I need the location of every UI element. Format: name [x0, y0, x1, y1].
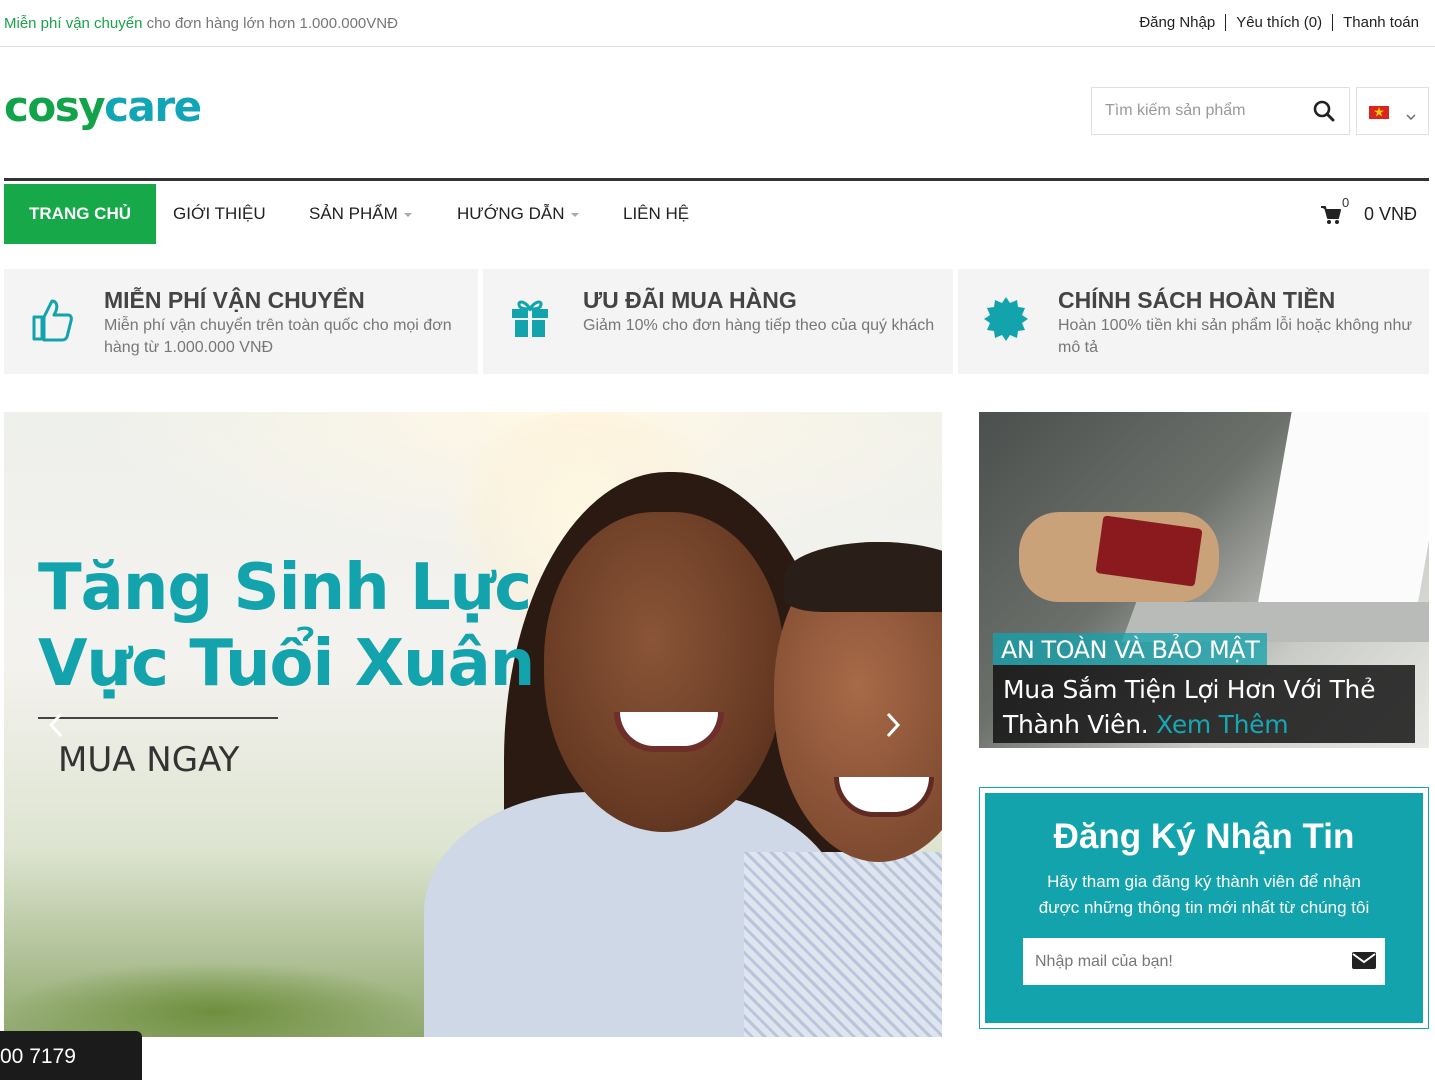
nav-contact-label: LIÊN HỆ — [623, 204, 690, 223]
nav-products[interactable]: SẢN PHẨM — [309, 184, 412, 244]
banner-laptop-screen — [1256, 412, 1429, 612]
search-icon[interactable] — [1313, 100, 1335, 122]
hero-man-shirt — [744, 852, 942, 1037]
banner-text: Mua Sắm Tiện Lợi Hơn Với Thẻ Thành Viên.… — [993, 665, 1415, 743]
feature-title: ƯU ĐÃI MUA HÀNG — [583, 287, 797, 313]
newsletter-field — [1023, 938, 1385, 985]
nav-about[interactable]: GIỚI THIỆU — [173, 184, 266, 244]
feature-discount: ƯU ĐÃI MUA HÀNG Giảm 10% cho đơn hàng ti… — [483, 269, 953, 374]
feature-desc: Hoàn 100% tiền khi sản phẩm lỗi hoặc khô… — [1058, 317, 1413, 356]
logo[interactable]: cosycare — [4, 82, 202, 132]
cart-total: 0 VNĐ — [1364, 204, 1418, 224]
top-links: Đăng Nhập Yêu thích (0) Thanh toán — [1129, 14, 1429, 31]
search-input[interactable] — [1092, 88, 1302, 134]
newsletter-inner: Đăng Ký Nhận Tin Hãy tham gia đăng ký th… — [985, 793, 1423, 1023]
feature-desc: Giảm 10% cho đơn hàng tiếp theo của quý … — [583, 317, 935, 334]
newsletter-title: Đăng Ký Nhận Tin — [1053, 817, 1355, 856]
wishlist-link[interactable]: Yêu thích (0) — [1225, 14, 1332, 31]
nav-home[interactable]: TRANG CHỦ — [4, 184, 156, 244]
promo-rest: cho đơn hàng lớn hơn 1.000.000VNĐ — [146, 15, 398, 32]
hero-slider[interactable]: Tăng Sinh Lực Vực Tuổi Xuân MUA NGAY — [4, 412, 942, 1037]
nav-guide-label: HƯỚNG DẪN — [457, 204, 565, 223]
email-input[interactable] — [1023, 938, 1343, 985]
cart-icon — [1321, 206, 1341, 224]
newsletter-box: Đăng Ký Nhận Tin Hãy tham gia đăng ký th… — [979, 787, 1429, 1029]
gift-icon — [509, 297, 551, 344]
caret-down-icon — [403, 212, 412, 217]
hero-divider — [38, 717, 278, 719]
hero-man-hair — [784, 542, 942, 612]
next-arrow-icon[interactable] — [885, 712, 901, 743]
nav-contact[interactable]: LIÊN HỆ — [623, 184, 689, 244]
top-bar: Miễn phí vận chuyển cho đơn hàng lớn hơn… — [0, 0, 1435, 47]
prev-arrow-icon[interactable] — [48, 712, 64, 743]
see-more-link[interactable]: Xem Thêm — [1156, 710, 1288, 739]
main-nav: TRANG CHỦ GIỚI THIỆU SẢN PHẨM HƯỚNG DẪN … — [4, 178, 1429, 244]
feature-title: CHÍNH SÁCH HOÀN TIỀN — [1058, 287, 1336, 313]
search-box — [1091, 87, 1350, 135]
hero-woman-face — [544, 512, 784, 832]
nav-products-label: SẢN PHẨM — [309, 204, 398, 223]
badge-icon — [984, 297, 1028, 346]
feature-desc: Miễn phí vận chuyển trên toàn quốc cho m… — [104, 317, 452, 356]
feature-refund: CHÍNH SÁCH HOÀN TIỀN Hoàn 100% tiền khi … — [958, 269, 1429, 374]
chevron-down-icon — [1406, 108, 1416, 126]
logo-part-2: care — [104, 82, 202, 131]
cart-count: 0 — [1342, 195, 1350, 210]
caret-down-icon — [570, 212, 579, 217]
envelope-icon[interactable] — [1352, 950, 1376, 975]
cart-button[interactable]: 0 0 VNĐ — [1320, 195, 1430, 227]
hotline-button[interactable]: 00 7179 — [0, 1031, 142, 1080]
feature-title: MIỄN PHÍ VẬN CHUYỂN — [104, 287, 365, 313]
hero-title: Tăng Sinh Lực Vực Tuổi Xuân — [38, 550, 535, 702]
buy-now-button[interactable]: MUA NGAY — [58, 740, 239, 780]
checkout-link[interactable]: Thanh toán — [1332, 14, 1429, 31]
membership-banner[interactable]: AN TOÀN VÀ BẢO MẬT Mua Sắm Tiện Lợi Hơn … — [979, 412, 1429, 748]
hero-title-line-2: Vực Tuổi Xuân — [38, 627, 535, 701]
thumbs-up-icon — [30, 297, 74, 348]
hero-foliage — [4, 962, 424, 1037]
logo-part-1: cosy — [4, 82, 106, 131]
feature-free-shipping: MIỄN PHÍ VẬN CHUYỂN Miễn phí vận chuyển … — [4, 269, 478, 374]
nav-about-label: GIỚI THIỆU — [173, 204, 266, 223]
newsletter-desc: Hãy tham gia đăng ký thành viên để nhận … — [1038, 872, 1370, 917]
nav-guide[interactable]: HƯỚNG DẪN — [457, 184, 579, 244]
promo-text: Miễn phí vận chuyển cho đơn hàng lớn hơn… — [4, 15, 398, 32]
banner-tag: AN TOÀN VÀ BẢO MẬT — [993, 633, 1268, 665]
language-selector[interactable] — [1356, 87, 1429, 135]
hero-title-line-1: Tăng Sinh Lực — [38, 551, 532, 625]
vi-flag-icon — [1369, 106, 1389, 119]
promo-highlight: Miễn phí vận chuyển — [4, 15, 143, 32]
login-link[interactable]: Đăng Nhập — [1129, 14, 1225, 31]
